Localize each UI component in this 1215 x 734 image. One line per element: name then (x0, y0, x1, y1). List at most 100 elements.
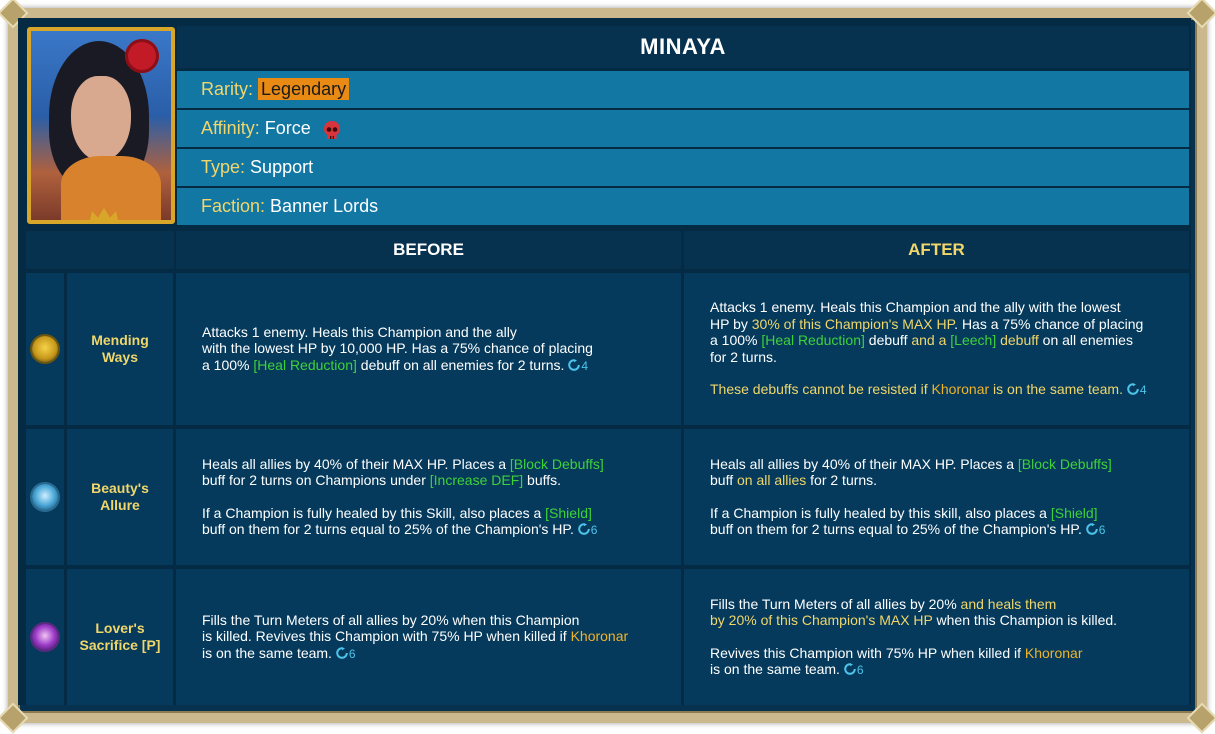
skill-text: on all enemies (1043, 332, 1133, 348)
skill-after-text: Attacks 1 enemy. Heals this Champion and… (684, 273, 1189, 425)
cooldown-badge: 6 (336, 647, 356, 661)
cooldown-icon (336, 647, 348, 659)
cooldown-icon (1127, 383, 1139, 395)
before-header: BEFORE (176, 231, 681, 269)
skill-text: for 2 turns. (710, 349, 777, 365)
champion-keyword: Khoronar (1025, 645, 1083, 661)
cooldown-value: 4 (1140, 383, 1147, 397)
type-label: Type: (201, 157, 245, 177)
champion-name: MINAYA (177, 26, 1189, 68)
cooldown-icon (844, 663, 856, 675)
skill-text: debuff (869, 332, 908, 348)
cooldown-value: 4 (581, 359, 588, 373)
skill-text: when this Champion is killed. (937, 612, 1118, 628)
cooldown-value: 6 (1099, 523, 1106, 537)
affinity-label: Affinity: (201, 118, 260, 138)
affinity-value: Force (265, 118, 311, 138)
debuff-keyword: [Heal Reduction] (253, 357, 357, 373)
beautys-allure-icon (32, 484, 58, 510)
skill-name-line: Beauty's (91, 480, 149, 496)
skill-text: . Has a 75% chance of placing (954, 316, 1143, 332)
skill-after-text: Heals all allies by 40% of their MAX HP.… (684, 429, 1189, 565)
debuff-keyword: [Heal Reduction] (761, 332, 865, 348)
skull-icon (322, 118, 342, 140)
cooldown-icon (568, 359, 580, 371)
lovers-sacrifice-icon (32, 624, 58, 650)
skill-text: buffs. (527, 472, 561, 488)
skill-text: is killed. Revives this Champion with 75… (202, 628, 567, 644)
rarity-row: Rarity: Legendary (177, 71, 1189, 108)
rarity-badge: Legendary (258, 78, 349, 100)
skill-text: is on the same team. (202, 645, 332, 661)
skill-icon-cell (26, 569, 64, 705)
mending-ways-icon (32, 336, 58, 362)
champion-keyword: Khoronar (571, 628, 629, 644)
buff-keyword: [Increase DEF] (430, 472, 523, 488)
changed-text: on all allies (737, 472, 806, 488)
cooldown-badge: 6 (578, 523, 598, 537)
faction-label: Faction: (201, 196, 265, 216)
skill-text: Fills the Turn Meters of all allies by 2… (202, 612, 579, 628)
faction-value: Banner Lords (270, 196, 378, 216)
cooldown-value: 6 (591, 523, 598, 537)
skill-name-line: Ways (102, 349, 138, 365)
skill-text: If a Champion is fully healed by this Sk… (202, 505, 541, 521)
skill-after-text: Fills the Turn Meters of all allies by 2… (684, 569, 1189, 705)
skill-text: a 100% (710, 332, 757, 348)
skill-name-line: Lover's (95, 620, 144, 636)
skill-text: buff (710, 472, 733, 488)
type-row: Type: Support (177, 149, 1189, 186)
skill-name-line: Sacrifice [P] (80, 637, 161, 653)
changed-text: debuff (1000, 332, 1039, 348)
header-blank (26, 231, 174, 269)
rarity-label: Rarity: (201, 79, 253, 99)
changed-text: 30% of this Champion's MAX HP (752, 316, 954, 332)
cooldown-value: 6 (857, 663, 864, 677)
buff-keyword: [Block Debuffs] (510, 456, 604, 472)
champion-portrait (27, 27, 175, 224)
cooldown-badge: 4 (568, 359, 588, 373)
skill-icon-cell (26, 429, 64, 565)
skill-text: for 2 turns. (810, 472, 877, 488)
cooldown-badge: 6 (844, 663, 864, 677)
skill-before-text: Attacks 1 enemy. Heals this Champion and… (176, 273, 681, 425)
skill-before-text: Fills the Turn Meters of all allies by 2… (176, 569, 681, 705)
skill-name-lovers-sacrifice: Lover'sSacrifice [P] (67, 569, 173, 705)
changed-text: and heals them (961, 596, 1057, 612)
affinity-row: Affinity: Force (177, 110, 1189, 147)
skill-name-line: Mending (91, 332, 149, 348)
skill-text: Heals all allies by 40% of their MAX HP.… (202, 456, 506, 472)
skill-text: debuff on all enemies for 2 turns. (361, 357, 565, 373)
skill-text: buff for 2 turns on Champions under (202, 472, 426, 488)
skill-text: buff on them for 2 turns equal to 25% of… (202, 521, 574, 537)
cooldown-value: 6 (349, 647, 356, 661)
buff-keyword: [Shield] (1051, 505, 1098, 521)
skill-text: Fills the Turn Meters of all allies by 2… (710, 596, 957, 612)
skill-text: HP by (710, 316, 748, 332)
changed-text: These debuffs cannot be resisted if (710, 381, 928, 397)
skill-icon-cell (26, 273, 64, 425)
skill-name-mending-ways: MendingWays (67, 273, 173, 425)
cooldown-icon (578, 523, 590, 535)
skill-before-text: Heals all allies by 40% of their MAX HP.… (176, 429, 681, 565)
skill-name-line: Allure (100, 497, 140, 513)
changed-text: is on the same team. (993, 381, 1123, 397)
changed-text: and a (911, 332, 946, 348)
after-header: AFTER (684, 231, 1189, 269)
changed-text: by 20% of this Champion's MAX HP (710, 612, 933, 628)
skill-name-beautys-allure: Beauty'sAllure (67, 429, 173, 565)
skill-text: Revives this Champion with 75% HP when k… (710, 645, 1021, 661)
buff-keyword: [Shield] (545, 505, 592, 521)
skill-text: Attacks 1 enemy. Heals this Champion and… (202, 324, 517, 340)
skill-text: Attacks 1 enemy. Heals this Champion and… (710, 299, 1121, 315)
faction-row: Faction: Banner Lords (177, 188, 1189, 225)
cooldown-badge: 6 (1086, 523, 1106, 537)
cooldown-icon (1086, 523, 1098, 535)
debuff-keyword: [Leech] (950, 332, 996, 348)
skill-text: If a Champion is fully healed by this sk… (710, 505, 1047, 521)
skill-text: buff on them for 2 turns equal to 25% of… (710, 521, 1082, 537)
skill-text: with the lowest HP by 10,000 HP. Has a 7… (202, 340, 593, 356)
skill-text: a 100% (202, 357, 249, 373)
skill-text: is on the same team. (710, 661, 840, 677)
champion-keyword: Khoronar (932, 381, 990, 397)
